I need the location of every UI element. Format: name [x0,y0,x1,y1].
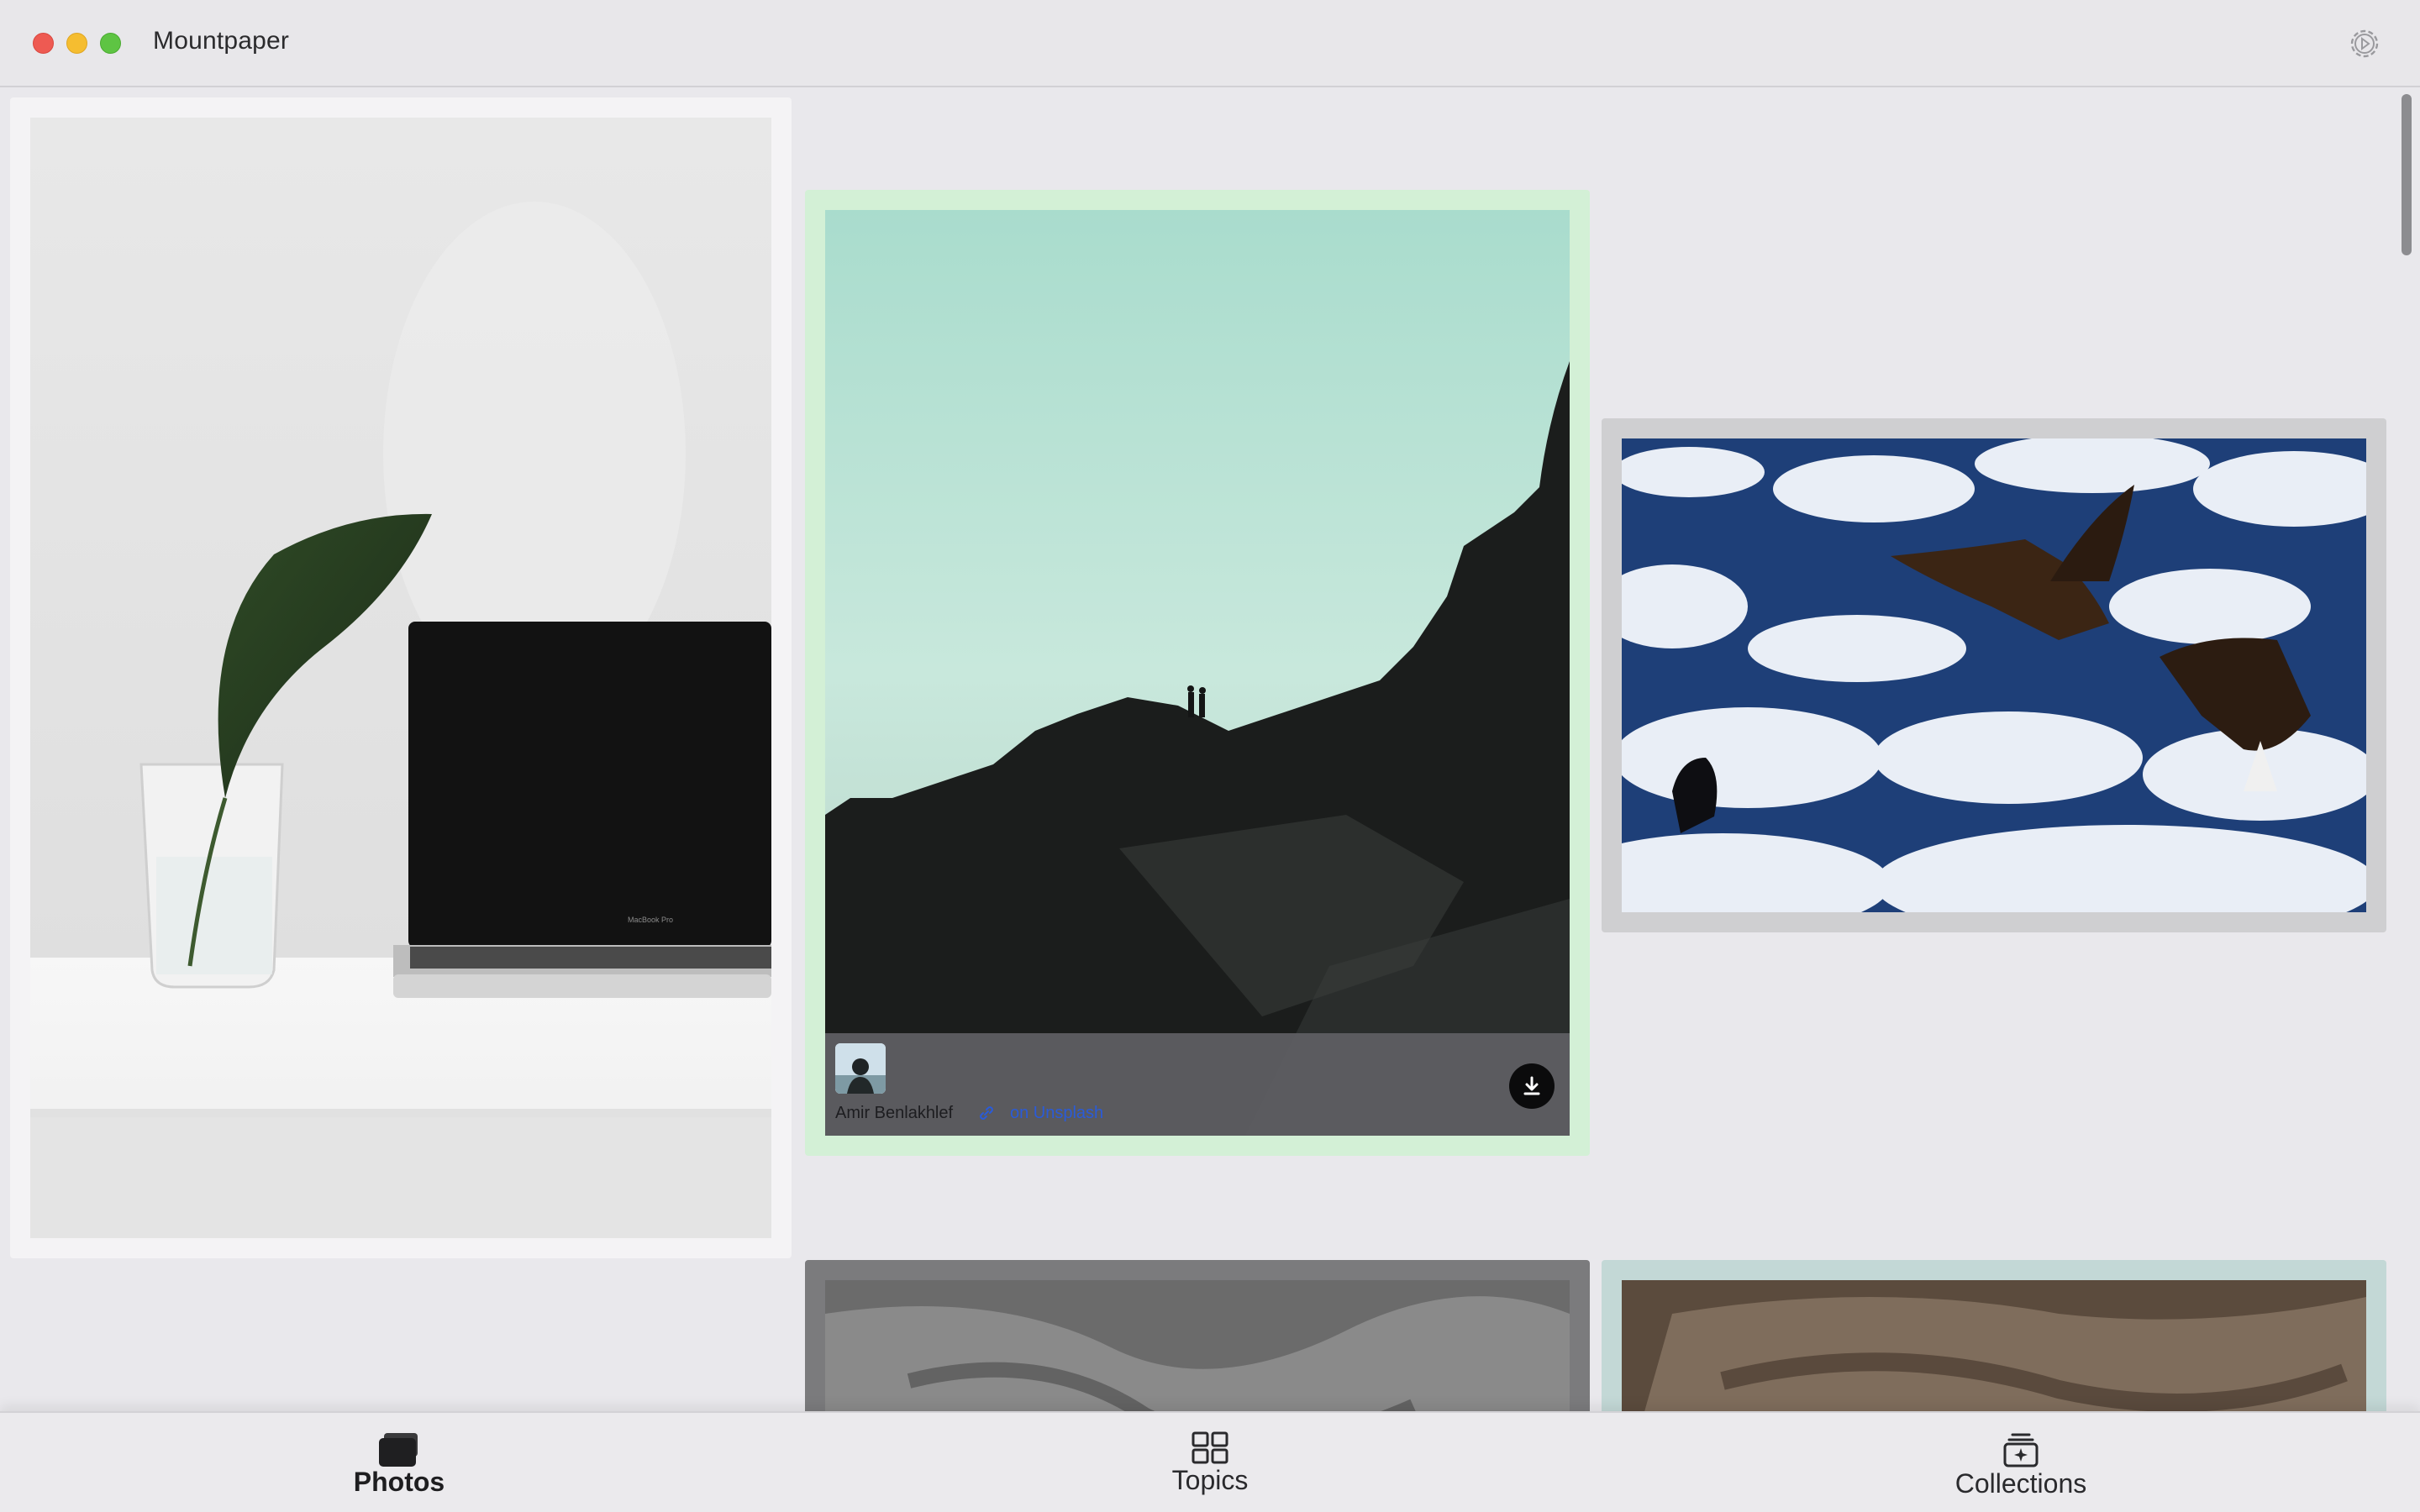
author-name[interactable]: Amir Benlakhlef [835,1104,953,1123]
zoom-window-button[interactable] [100,33,121,54]
gear-icon [2350,29,2379,58]
tab-label: Collections [1954,1468,2087,1499]
photo-info-overlay: Amir Benlakhlef on Unsplash [825,1033,1570,1136]
tab-label: Photos [353,1467,445,1497]
photo-image [1622,1280,2366,1411]
photo-card[interactable] [805,1260,1590,1411]
collections-icon [2003,1433,2039,1467]
download-icon [1523,1076,1540,1095]
grid-icon [1192,1431,1228,1464]
photo-image [825,210,1570,1136]
tab-collections[interactable]: Collections [1895,1413,2147,1512]
photo-card[interactable] [1602,1260,2386,1411]
photos-icon [379,1433,418,1467]
photo-card[interactable] [1602,418,2386,932]
photo-image [1622,438,2366,912]
link-icon [980,1106,993,1120]
title-bar: Mountpaper [0,0,2420,87]
tab-bar: Photos Topics Collections [0,1411,2420,1512]
tab-topics[interactable]: Topics [1084,1413,1336,1512]
settings-button[interactable] [2348,27,2381,60]
photo-image [825,1280,1570,1411]
vertical-scrollbar[interactable] [2396,89,2417,1411]
window-title: Mountpaper [153,27,290,55]
minimize-window-button[interactable] [66,33,87,54]
scrollbar-thumb[interactable] [2402,94,2412,255]
photo-image: MacBook Pro [30,118,771,1238]
author-avatar[interactable] [835,1043,886,1094]
download-button[interactable] [1509,1063,1555,1109]
photo-grid[interactable]: MacBook Pro Amir Benlakhlef on Unsplash [0,89,2420,1411]
photo-card-selected[interactable]: Amir Benlakhlef on Unsplash [805,190,1590,1156]
svg-text:MacBook Pro: MacBook Pro [628,916,673,924]
tab-label: Topics [1171,1465,1249,1495]
unsplash-link[interactable]: on Unsplash [1010,1104,1103,1123]
close-window-button[interactable] [33,33,54,54]
photo-card[interactable]: MacBook Pro [10,97,792,1258]
tab-photos[interactable]: Photos [273,1413,525,1512]
